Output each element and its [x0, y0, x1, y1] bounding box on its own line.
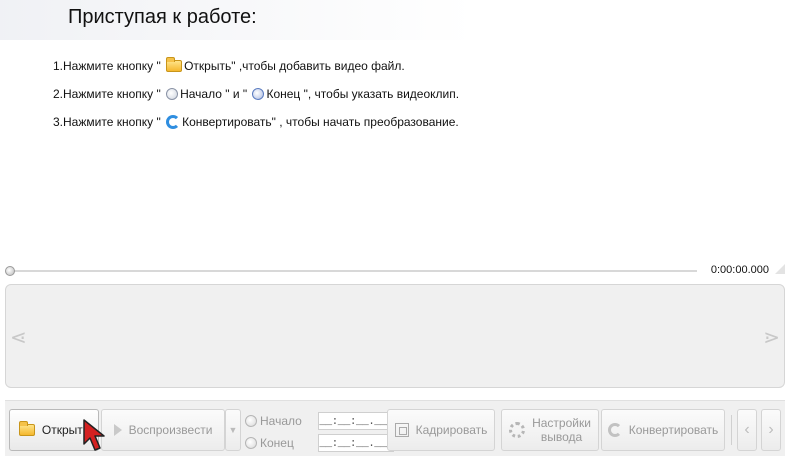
clip-filmstrip[interactable]: ⋖ ⋗ [5, 284, 785, 388]
page-title: Приступая к работе: [68, 6, 257, 28]
instructions-list: 1. Нажмите кнопку " Открыть " ,чтобы доб… [53, 52, 459, 136]
play-button-label: Воспроизвести [128, 423, 213, 437]
timeline-track[interactable] [11, 270, 697, 272]
timeline-scrubber[interactable] [5, 266, 15, 276]
step-text: " , чтобы начать преобразование. [271, 115, 459, 129]
output-settings-button[interactable]: Настройки вывода [501, 409, 599, 451]
crop-button[interactable]: Кадрировать [387, 409, 495, 451]
start-time-field[interactable]: __:__:__.___ [318, 412, 394, 430]
scroll-left-icon[interactable]: ⋖ [10, 325, 27, 350]
getting-started-panel: Приступая к работе: 1. Нажмите кнопку " … [0, 0, 790, 258]
output-settings-label: Настройки вывода [532, 416, 591, 444]
bottom-toolbar: Открыть Воспроизвести ▼ Начало __:__:__.… [5, 400, 785, 456]
gear-icon [509, 422, 526, 438]
convert-button[interactable]: Конвертировать [601, 409, 725, 451]
instruction-step-2: 2. Нажмите кнопку " Начало " и " Конец "… [53, 80, 459, 108]
step-text: Нажмите кнопку " [63, 59, 165, 73]
step-text: Нажмите кнопку " [63, 115, 165, 129]
clock-icon [245, 437, 257, 449]
start-time-row: Начало __:__:__.___ [245, 411, 394, 431]
instruction-step-3: 3. Нажмите кнопку " Конвертировать " , ч… [53, 108, 459, 136]
folder-icon [166, 57, 183, 72]
clock-icon [252, 88, 265, 100]
folder-icon [18, 421, 35, 436]
time-readout: 0:00:00.000 [710, 264, 769, 276]
step-number: 3. [53, 115, 64, 129]
output-settings-line1: Настройки [532, 416, 591, 430]
end-time-row: Конец __:__:__.___ [245, 433, 394, 453]
step-number: 1. [53, 59, 64, 73]
convert-button-label: Конвертировать [628, 423, 719, 437]
convert-icon [166, 115, 181, 129]
step-text: " ,чтобы добавить видео файл. [231, 59, 405, 73]
step-number: 2. [53, 87, 64, 101]
step-text: Нажмите кнопку " [63, 87, 165, 101]
scroll-right-icon[interactable]: ⋗ [763, 325, 780, 350]
step-button-name: Конец [266, 87, 301, 101]
play-icon [113, 424, 122, 436]
play-button[interactable]: Воспроизвести [101, 409, 225, 451]
crop-button-label: Кадрировать [415, 423, 488, 437]
clock-icon [166, 88, 179, 100]
end-time-field[interactable]: __:__:__.___ [318, 434, 394, 452]
convert-icon [607, 423, 622, 437]
playback-timeline[interactable]: 0:00:00.000 [5, 264, 785, 278]
start-label: Начало [260, 414, 302, 428]
clock-icon [245, 415, 257, 427]
corner-wedge [775, 264, 785, 274]
step-text: ", чтобы указать видеоклип. [300, 87, 460, 101]
previous-chevron-left-icon[interactable]: ‹ [737, 409, 757, 451]
end-label: Конец [260, 436, 294, 450]
step-button-name: Начало [180, 87, 222, 101]
step-button-name: Конвертировать [182, 115, 272, 129]
instruction-step-1: 1. Нажмите кнопку " Открыть " ,чтобы доб… [53, 52, 459, 80]
step-button-name: Открыть [184, 59, 232, 73]
play-dropdown-chevron-down-icon[interactable]: ▼ [225, 409, 241, 451]
output-settings-line2: вывода [540, 430, 583, 444]
crop-icon [394, 423, 409, 437]
toolbar-divider [731, 415, 732, 445]
next-chevron-right-icon[interactable]: › [761, 409, 781, 451]
mouse-cursor-icon [83, 419, 105, 451]
step-text: " и " [221, 87, 251, 101]
